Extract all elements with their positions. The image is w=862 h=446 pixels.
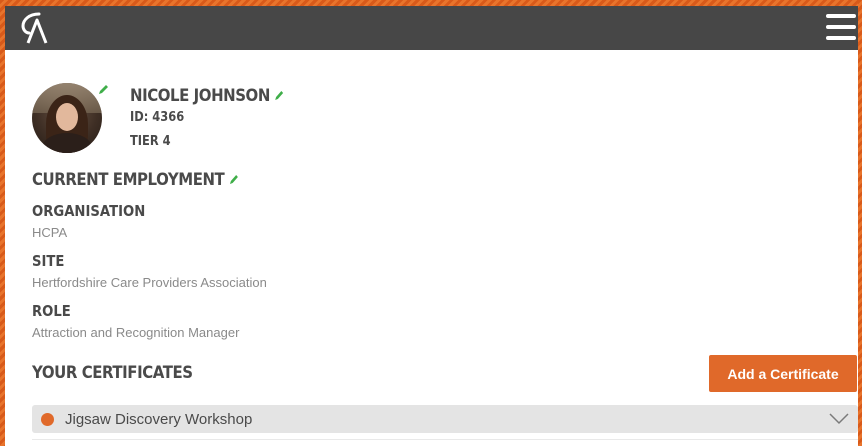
role-label: ROLE xyxy=(32,302,71,320)
pencil-icon[interactable] xyxy=(228,174,239,186)
top-navigation-bar xyxy=(5,6,858,50)
pencil-icon[interactable] xyxy=(273,90,284,102)
orange-frame-right xyxy=(858,0,862,446)
avatar xyxy=(32,83,102,153)
add-certificate-button[interactable]: Add a Certificate xyxy=(709,355,857,392)
divider xyxy=(32,439,858,440)
site-value: Hertfordshire Care Providers Association xyxy=(32,275,267,290)
profile-name-row: NICOLE JOHNSON xyxy=(130,86,284,106)
employment-heading: CURRENT EMPLOYMENT xyxy=(32,170,238,190)
site-label: SITE xyxy=(32,252,65,270)
hamburger-menu-icon[interactable] xyxy=(826,12,856,42)
profile-id: ID: 4366 xyxy=(130,110,185,125)
pencil-icon[interactable] xyxy=(97,84,109,96)
certificates-heading: YOUR CERTIFICATES xyxy=(32,363,193,383)
certificate-name: Jigsaw Discovery Workshop xyxy=(65,410,253,428)
ca-logo[interactable] xyxy=(17,10,53,46)
organisation-value: HCPA xyxy=(32,225,68,240)
chevron-down-icon[interactable] xyxy=(828,411,850,425)
role-value: Attraction and Recognition Manager xyxy=(32,325,240,340)
profile-name: NICOLE JOHNSON xyxy=(130,86,270,106)
status-dot-icon xyxy=(41,412,54,426)
employment-title: CURRENT EMPLOYMENT xyxy=(32,170,225,190)
profile-tier: TIER 4 xyxy=(130,134,171,149)
certificate-list-item[interactable]: Jigsaw Discovery Workshop xyxy=(32,405,858,433)
organisation-label: ORGANISATION xyxy=(32,202,146,220)
profile-page: NICOLE JOHNSON ID: 4366 TIER 4 CURRENT E… xyxy=(5,50,858,446)
certificates-title: YOUR CERTIFICATES xyxy=(32,363,193,383)
